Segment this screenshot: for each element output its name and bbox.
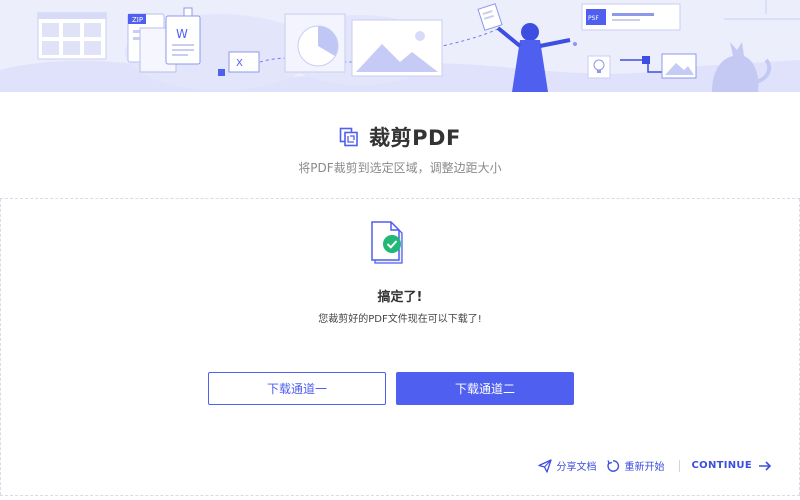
zip-label: ZIP	[132, 16, 143, 24]
crop-pdf-icon	[339, 127, 358, 147]
send-icon	[537, 458, 552, 473]
lightbulb-icon	[587, 55, 611, 79]
download-channel-2-button[interactable]: 下载通道二	[396, 372, 574, 405]
hero-artwork: ZIP W X PSF	[0, 0, 800, 92]
share-document-button[interactable]: 分享文档	[537, 458, 597, 473]
action-divider	[678, 459, 680, 472]
image-panel-icon	[351, 19, 443, 77]
excel-label: X	[236, 58, 243, 69]
psf-label: PSF	[588, 15, 599, 22]
hero-illustration: ZIP W X PSF	[0, 0, 800, 92]
success-title: 搞定了!	[377, 290, 423, 305]
pie-chart-panel-icon	[284, 13, 346, 73]
arrow-right-icon	[759, 460, 772, 471]
action-bar: 分享文档 重新开始 CONTINUE	[537, 458, 772, 473]
restart-label: 重新开始	[624, 462, 665, 473]
page-subtitle: 将PDF裁剪到选定区域，调整边距大小	[298, 161, 502, 175]
continue-label: CONTINUE	[691, 460, 752, 471]
landscape-card-icon	[661, 53, 697, 79]
restart-button[interactable]: 重新开始	[606, 458, 665, 473]
download-channel-1-button[interactable]: 下载通道一	[208, 372, 386, 405]
page-title: 裁剪PDF	[369, 126, 461, 150]
psf-card-icon: PSF	[581, 3, 681, 31]
success-description: 您裁剪好的PDF文件现在可以下载了!	[318, 314, 482, 325]
file-success-icon	[371, 221, 403, 264]
grid-card-icon	[37, 12, 107, 60]
share-document-label: 分享文档	[556, 462, 597, 473]
result-panel: 搞定了! 您裁剪好的PDF文件现在可以下载了! 下载通道一 下载通道二 分享文档…	[0, 198, 800, 496]
continue-button[interactable]: CONTINUE	[692, 460, 772, 472]
title-row: 裁剪PDF	[0, 122, 800, 152]
word-label: W	[176, 27, 188, 41]
restart-icon	[606, 459, 619, 472]
